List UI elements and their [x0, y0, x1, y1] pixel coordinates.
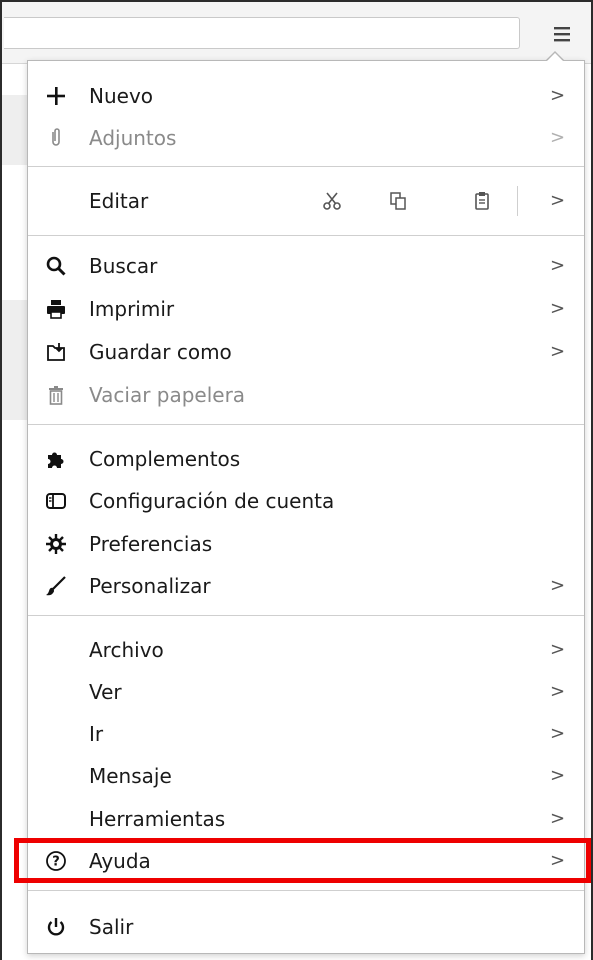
menu-separator [28, 615, 584, 616]
menu-item-ir[interactable]: Ir > [28, 713, 584, 755]
chevron-right-icon: > [550, 341, 566, 362]
menu-item-preferencias[interactable]: Preferencias [28, 523, 584, 565]
menu-item-label: Imprimir [89, 297, 175, 321]
menu-separator [28, 235, 584, 236]
power-icon [44, 915, 68, 939]
menu-item-label: Ver [89, 680, 122, 704]
printer-icon [44, 297, 68, 321]
menu-separator [28, 890, 584, 891]
menu-item-buscar[interactable]: Buscar > [28, 245, 584, 287]
menu-item-complementos[interactable]: Complementos [28, 438, 584, 480]
menu-item-archivo[interactable]: Archivo > [28, 629, 584, 671]
paste-icon[interactable] [470, 189, 494, 213]
puzzle-icon [44, 447, 68, 471]
menu-item-label: Preferencias [89, 532, 213, 556]
background-panel [2, 300, 28, 420]
brush-icon [44, 574, 68, 598]
chevron-right-icon: > [550, 681, 566, 702]
menu-item-label: Archivo [89, 638, 164, 662]
hamburger-menu-icon[interactable] [542, 16, 582, 52]
menu-item-label: Complementos [89, 447, 241, 471]
menu-item-nuevo[interactable]: Nuevo > [28, 75, 584, 117]
scissors-icon[interactable] [320, 189, 344, 213]
menu-item-salir[interactable]: Salir [28, 906, 584, 948]
paperclip-icon [44, 126, 68, 150]
toolbar-divider [517, 186, 518, 216]
menu-item-label: Mensaje [89, 764, 172, 788]
menu-item-guardar-como[interactable]: Guardar como > [28, 331, 584, 373]
menu-item-vaciar-papelera[interactable]: Vaciar papelera [28, 374, 584, 416]
search-input[interactable] [4, 17, 520, 49]
background-panel [2, 95, 28, 165]
menu-item-label: Configuración de cuenta [89, 489, 335, 513]
trash-icon [44, 383, 68, 407]
account-settings-icon [44, 489, 68, 513]
chevron-right-icon: > [550, 255, 566, 276]
app-menu-popup: Nuevo > Adjuntos > Editar > Buscar > Imp… [27, 60, 585, 954]
chevron-right-icon: > [550, 575, 566, 596]
gear-icon [44, 532, 68, 556]
save-as-icon [44, 340, 68, 364]
menu-item-label: Salir [89, 915, 134, 939]
menu-item-label: Vaciar papelera [89, 383, 246, 407]
plus-icon [44, 84, 68, 108]
menu-item-imprimir[interactable]: Imprimir > [28, 288, 584, 330]
toolbar [2, 2, 591, 64]
menu-item-label: Adjuntos [89, 126, 177, 150]
menu-pointer [546, 53, 564, 62]
chevron-right-icon: > [550, 298, 566, 319]
menu-item-herramientas[interactable]: Herramientas > [28, 798, 584, 840]
menu-item-label: Personalizar [89, 574, 211, 598]
menu-separator [28, 166, 584, 167]
highlight-box [14, 838, 591, 883]
menu-item-adjuntos[interactable]: Adjuntos > [28, 117, 584, 159]
menu-separator [28, 424, 584, 425]
menu-item-label: Editar [89, 189, 149, 213]
menu-item-configuracion-de-cuenta[interactable]: Configuración de cuenta [28, 480, 584, 522]
menu-item-label: Ir [89, 722, 104, 746]
search-icon [44, 254, 68, 278]
chevron-right-icon: > [550, 127, 566, 148]
menu-item-label: Herramientas [89, 807, 226, 831]
menu-item-label: Nuevo [89, 84, 154, 108]
menu-item-ver[interactable]: Ver > [28, 671, 584, 713]
chevron-right-icon: > [550, 639, 566, 660]
chevron-right-icon: > [550, 85, 566, 106]
chevron-right-icon[interactable]: > [550, 180, 565, 222]
copy-icon[interactable] [386, 189, 410, 213]
menu-item-label: Guardar como [89, 340, 232, 364]
chevron-right-icon: > [550, 765, 566, 786]
menu-item-editar: Editar > [28, 180, 584, 222]
chevron-right-icon: > [550, 808, 566, 829]
menu-item-mensaje[interactable]: Mensaje > [28, 755, 584, 797]
menu-item-personalizar[interactable]: Personalizar > [28, 565, 584, 607]
menu-item-label: Buscar [89, 254, 158, 278]
chevron-right-icon: > [550, 723, 566, 744]
